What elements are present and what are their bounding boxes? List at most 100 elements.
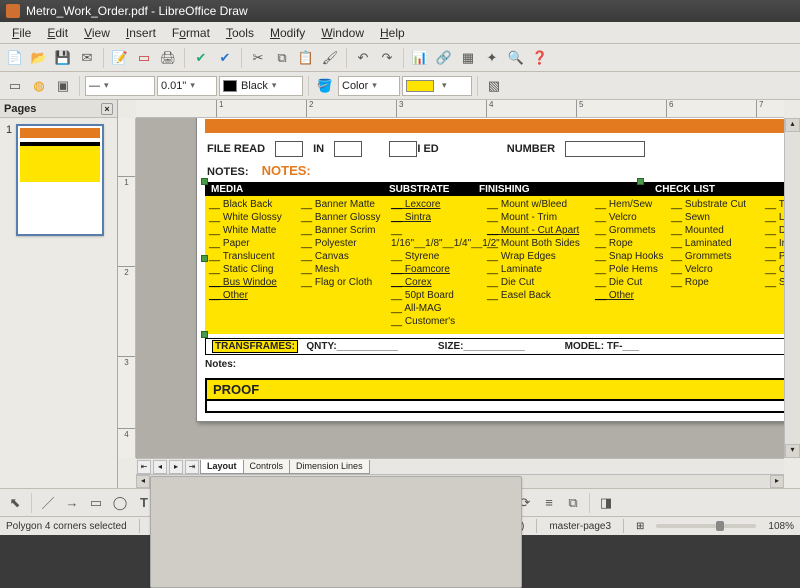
list-item: Banner Glossy <box>301 211 387 224</box>
menu-help[interactable]: Help <box>372 24 413 42</box>
print-button[interactable]: 🖨 <box>157 47 179 69</box>
hscroll-thumb[interactable] <box>150 476 522 588</box>
document-page[interactable]: FILE READ IN PRI ED NUMBER NOTES: NOTES: <box>196 118 784 422</box>
layer-tabs: ⇤ ◂ ▸ ⇥ Layout Controls Dimension Lines <box>136 458 784 474</box>
menu-modify[interactable]: Modify <box>262 24 313 42</box>
menu-tools[interactable]: Tools <box>218 24 262 42</box>
list-item: Mount - Cut Apart <box>487 224 591 237</box>
tab-controls[interactable]: Controls <box>243 460 291 474</box>
menu-view[interactable]: View <box>76 24 118 42</box>
undo-button[interactable]: ↶ <box>352 47 374 69</box>
table-button[interactable]: ▦ <box>457 47 479 69</box>
list-item: Wrap Edges <box>487 250 591 263</box>
status-zoom[interactable]: 108% <box>768 521 794 532</box>
new-button[interactable]: 📄 <box>4 47 26 69</box>
zoom-slider[interactable] <box>656 524 756 528</box>
menu-file[interactable]: FFileile <box>4 24 39 42</box>
tab-nav-next[interactable]: ▸ <box>169 460 183 474</box>
fill-button[interactable]: 🪣 <box>314 75 336 97</box>
list-item: Die Cut <box>595 276 667 289</box>
fill-mode-select[interactable]: Color▾ <box>338 76 400 96</box>
menu-edit[interactable]: Edit <box>39 24 76 42</box>
spellcheck-button[interactable]: ✔ <box>190 47 212 69</box>
cut-button[interactable]: ✂ <box>247 47 269 69</box>
list-item: 50pt Board <box>391 289 483 302</box>
list-item: Easel Back <box>487 289 591 302</box>
scroll-up-button[interactable]: ▴ <box>785 118 800 132</box>
list-item: All-MAG <box>391 302 483 315</box>
list-item: Flag or Cloth <box>301 276 387 289</box>
tab-dimension[interactable]: Dimension Lines <box>289 460 370 474</box>
zoom-button[interactable]: 🔍 <box>505 47 527 69</box>
page-thumbnail[interactable] <box>16 124 104 236</box>
list-item: Laminated <box>671 237 761 250</box>
options-columns: Black BackWhite GlossyWhite MattePaperTr… <box>205 196 784 334</box>
tab-nav-first[interactable]: ⇤ <box>137 460 151 474</box>
open-button[interactable]: 📂 <box>28 47 50 69</box>
menu-window[interactable]: Window <box>313 24 372 42</box>
list-item: 1/16"__1/8"__1/4"__1/2" <box>391 224 483 250</box>
scroll-left-button[interactable]: ◂ <box>136 475 150 488</box>
arrow-tool[interactable]: → <box>61 492 83 514</box>
yellow-section[interactable]: MEDIA SUBSTRATE FINISHING CHECK LIST Bla… <box>205 182 784 334</box>
hyperlink-button[interactable]: 🔗 <box>433 47 455 69</box>
list-item: Local <box>765 211 784 224</box>
selection-handle[interactable] <box>201 178 208 185</box>
navigator-button[interactable]: ✦ <box>481 47 503 69</box>
redo-button[interactable]: ↷ <box>376 47 398 69</box>
export-pdf-button[interactable]: ▭ <box>133 47 155 69</box>
list-item: Other <box>209 289 297 302</box>
list-item: Lexcore <box>391 198 483 211</box>
help-button[interactable]: ❓ <box>529 47 551 69</box>
format-paint-button[interactable]: 🖌 <box>319 47 341 69</box>
paste-button[interactable]: 📋 <box>295 47 317 69</box>
vertical-scrollbar[interactable]: ▴ ▾ <box>784 118 800 458</box>
tab-layout[interactable]: Layout <box>200 460 244 474</box>
align-tool[interactable]: ≡ <box>538 492 560 514</box>
select-tool[interactable]: ⬉ <box>4 492 26 514</box>
selection-handle[interactable] <box>201 255 208 262</box>
chart-button[interactable]: 📊 <box>409 47 431 69</box>
tab-nav-prev[interactable]: ◂ <box>153 460 167 474</box>
rect-tool[interactable]: ▭ <box>85 492 107 514</box>
copy-button[interactable]: ⧉ <box>271 47 293 69</box>
zoom-slider-knob[interactable] <box>716 521 724 531</box>
list-item: Paper <box>209 237 297 250</box>
ellipse-tool[interactable]: ◯ <box>109 492 131 514</box>
autospell-button[interactable]: ✔ <box>214 47 236 69</box>
menu-insert[interactable]: Insert <box>118 24 164 42</box>
list-item: Hem/Sew <box>595 198 667 211</box>
email-button[interactable]: ✉ <box>76 47 98 69</box>
pages-panel-close-button[interactable]: × <box>101 103 113 115</box>
tab-nav-last[interactable]: ⇥ <box>185 460 199 474</box>
scroll-right-button[interactable]: ▸ <box>770 475 784 488</box>
line-tool[interactable]: ／ <box>37 492 59 514</box>
selection-handle[interactable] <box>201 331 208 338</box>
line-color-select[interactable]: Black▾ <box>219 76 303 96</box>
horizontal-scrollbar[interactable]: ◂ ▸ <box>136 474 784 488</box>
edit-file-button[interactable]: 📝 <box>109 47 131 69</box>
selection-handle[interactable] <box>637 178 644 185</box>
scroll-down-button[interactable]: ▾ <box>785 444 800 458</box>
save-button[interactable]: 💾 <box>52 47 74 69</box>
list-item: Packa <box>765 250 784 263</box>
list-item: Shipp <box>765 276 784 289</box>
list-item: Styrene <box>391 250 483 263</box>
ruler-vertical[interactable]: 1 2 3 4 <box>118 118 136 458</box>
line-style-select[interactable]: — ▾ <box>85 76 155 96</box>
list-item: Rope <box>671 276 761 289</box>
shadow-button[interactable]: ▣ <box>52 75 74 97</box>
drawing-canvas[interactable]: FILE READ IN PRI ED NUMBER NOTES: NOTES: <box>136 118 784 458</box>
zoom-fit-button[interactable]: ⊞ <box>636 521 644 532</box>
list-item: Static Cling <box>209 263 297 276</box>
arrange-button[interactable]: ▭ <box>4 75 26 97</box>
fill-color-select[interactable]: ▾ <box>402 76 472 96</box>
extrusion-tool[interactable]: ◨ <box>595 492 617 514</box>
line-width-select[interactable]: 0.01"▾ <box>157 76 217 96</box>
ruler-horizontal[interactable]: 1 2 3 4 5 6 7 <box>136 100 784 118</box>
pages-panel-body[interactable]: 1 <box>0 118 117 488</box>
menu-format[interactable]: Format <box>164 24 218 42</box>
effects-button[interactable]: ▧ <box>483 75 505 97</box>
arrange2-tool[interactable]: ⧉ <box>562 492 584 514</box>
area-button[interactable]: ◍ <box>28 75 50 97</box>
